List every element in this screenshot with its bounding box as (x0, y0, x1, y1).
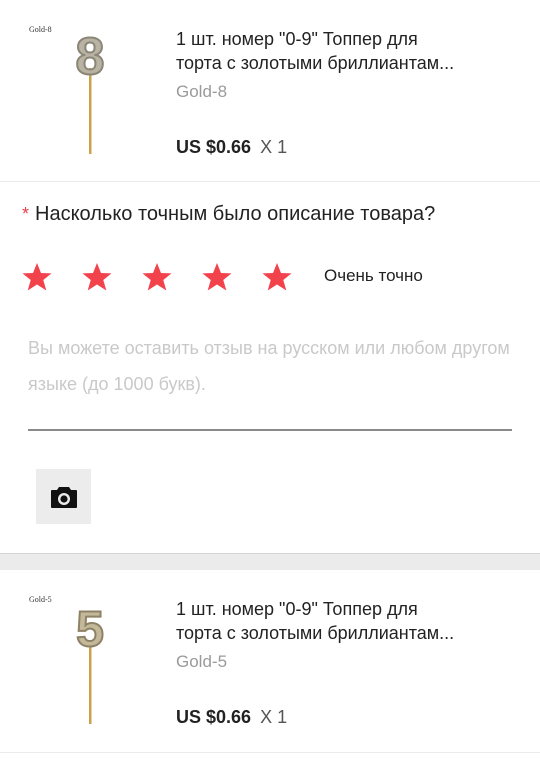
add-photo-button[interactable] (36, 469, 91, 524)
rating-question: * Насколько точным было описание товара? (22, 203, 436, 225)
product-variant: Gold-5 (176, 652, 228, 671)
star-icon[interactable] (22, 262, 52, 292)
order-item-1: Gold-8 8 1 шт. номер "0-9" Топпер для то… (0, 0, 540, 181)
section-divider (0, 553, 540, 570)
rating-label: Очень точно (324, 266, 423, 285)
topper-digit: 8 (76, 28, 105, 86)
review-input[interactable]: Вы можете оставить отзыв на русском или … (28, 330, 512, 402)
required-mark: * (22, 204, 30, 224)
divider (0, 752, 540, 753)
quantity: X 1 (260, 707, 288, 727)
star-icon[interactable] (82, 262, 112, 292)
product-thumbnail: Gold-8 8 (22, 22, 160, 162)
star-icon[interactable] (142, 262, 172, 292)
product-price: US $0.66 X 1 (176, 137, 287, 158)
cake-topper-image: 5 (75, 600, 105, 724)
review-input-underline (28, 429, 512, 431)
price-amount: US $0.66 (176, 707, 252, 727)
product-price: US $0.66 X 1 (176, 707, 287, 728)
product-title[interactable]: 1 шт. номер "0-9" Топпер для торта с зол… (176, 597, 516, 645)
divider (0, 181, 540, 182)
topper-digit: 5 (76, 601, 104, 657)
camera-icon (50, 486, 77, 508)
order-item-2: Gold-5 5 1 шт. номер "0-9" Топпер для то… (0, 570, 540, 752)
price-amount: US $0.66 (176, 137, 252, 157)
product-variant: Gold-8 (176, 82, 228, 101)
cake-topper-image: 8 (75, 27, 105, 154)
star-icon[interactable] (262, 262, 292, 292)
product-thumbnail: Gold-5 5 (22, 592, 160, 732)
quantity: X 1 (260, 137, 288, 157)
product-title[interactable]: 1 шт. номер "0-9" Топпер для торта с зол… (176, 27, 516, 75)
star-icon[interactable] (202, 262, 232, 292)
